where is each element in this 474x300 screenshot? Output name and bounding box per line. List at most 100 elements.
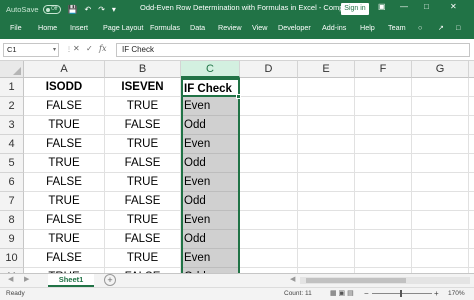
chevron-down-icon[interactable]: ▾ (53, 44, 56, 56)
table-cell[interactable]: Odd (181, 116, 240, 135)
table-cell[interactable] (240, 211, 298, 230)
table-cell[interactable] (412, 173, 469, 192)
table-cell[interactable]: Odd (181, 230, 240, 249)
table-cell[interactable]: FALSE (105, 116, 181, 135)
table-cell[interactable]: FALSE (24, 249, 105, 268)
column-header-c[interactable]: C (181, 61, 240, 78)
comments-icon[interactable]: □ (456, 23, 460, 32)
tab-page-layout[interactable]: Page Layout (103, 23, 143, 32)
lightbulb-icon[interactable]: ○ (418, 23, 422, 32)
table-cell[interactable]: TRUE (24, 154, 105, 173)
table-cell[interactable] (469, 116, 474, 135)
table-cell[interactable] (298, 135, 355, 154)
table-cell[interactable] (412, 97, 469, 116)
scroll-left-icon[interactable]: ◀ (290, 275, 295, 283)
row-header[interactable]: 7 (0, 192, 24, 211)
table-cell[interactable] (355, 78, 412, 97)
zoom-out-icon[interactable]: − (364, 289, 369, 298)
sign-in-button[interactable]: Sign in (341, 3, 369, 15)
column-header-f[interactable]: F (355, 61, 412, 78)
column-header-b[interactable]: B (105, 61, 181, 78)
table-cell[interactable]: Odd (181, 192, 240, 211)
ribbon-display-icon[interactable]: ▣ (378, 2, 386, 11)
share-icon[interactable]: ↗ (438, 23, 444, 32)
table-cell[interactable] (469, 230, 474, 249)
table-cell[interactable] (355, 211, 412, 230)
table-cell[interactable]: FALSE (24, 135, 105, 154)
table-cell[interactable] (412, 78, 469, 97)
table-cell[interactable]: TRUE (24, 192, 105, 211)
table-cell[interactable]: FALSE (24, 211, 105, 230)
table-cell[interactable] (469, 192, 474, 211)
customize-toolbar-icon[interactable]: ▾ (112, 5, 116, 14)
table-cell[interactable] (469, 78, 474, 97)
tab-add-ins[interactable]: Add-ins (322, 23, 346, 32)
table-cell[interactable] (412, 211, 469, 230)
sheet-tab-sheet1[interactable]: Sheet1 (48, 274, 94, 287)
table-cell[interactable]: ISEVEN (105, 78, 181, 97)
table-cell[interactable]: TRUE (105, 249, 181, 268)
table-cell[interactable] (355, 154, 412, 173)
row-header[interactable]: 8 (0, 211, 24, 230)
tab-review[interactable]: Review (218, 23, 242, 32)
table-cell[interactable] (469, 154, 474, 173)
table-cell[interactable]: TRUE (24, 230, 105, 249)
table-cell[interactable] (412, 116, 469, 135)
tab-view[interactable]: View (252, 23, 267, 32)
table-cell[interactable] (298, 116, 355, 135)
select-all-button[interactable] (0, 61, 24, 78)
row-header[interactable]: 5 (0, 154, 24, 173)
table-cell[interactable] (355, 135, 412, 154)
table-cell[interactable] (469, 173, 474, 192)
table-cell[interactable]: TRUE (24, 116, 105, 135)
column-header-d[interactable]: D (240, 61, 298, 78)
zoom-level[interactable]: 170% (448, 290, 465, 297)
worksheet-grid[interactable]: A B C D E F G H 1ISODDISEVENIF Check2FAL… (0, 61, 474, 273)
autosave-toggle[interactable]: Off (42, 4, 61, 14)
table-cell[interactable]: IF Check (181, 78, 240, 97)
enter-icon[interactable]: ✓ (86, 44, 93, 53)
tab-file[interactable]: File (10, 23, 22, 32)
column-header-e[interactable]: E (298, 61, 355, 78)
table-cell[interactable]: TRUE (105, 135, 181, 154)
table-cell[interactable] (412, 135, 469, 154)
save-icon[interactable]: 💾 (68, 5, 78, 14)
table-cell[interactable] (240, 249, 298, 268)
formula-input[interactable]: IF Check (116, 43, 470, 57)
cancel-icon[interactable]: ✕ (73, 44, 80, 53)
table-cell[interactable]: TRUE (105, 211, 181, 230)
table-cell[interactable] (469, 135, 474, 154)
tab-formulas[interactable]: Formulas (150, 23, 180, 32)
table-cell[interactable] (240, 230, 298, 249)
table-cell[interactable] (412, 192, 469, 211)
table-cell[interactable] (469, 97, 474, 116)
add-sheet-icon[interactable]: + (104, 274, 116, 286)
tab-developer[interactable]: Developer (278, 23, 311, 32)
table-cell[interactable]: Odd (181, 154, 240, 173)
table-cell[interactable]: TRUE (105, 97, 181, 116)
table-cell[interactable] (240, 116, 298, 135)
table-cell[interactable] (240, 97, 298, 116)
column-header-h[interactable]: H (469, 61, 474, 78)
scrollbar-thumb[interactable] (306, 278, 406, 283)
table-cell[interactable] (298, 78, 355, 97)
table-cell[interactable] (412, 230, 469, 249)
row-header[interactable]: 6 (0, 173, 24, 192)
table-cell[interactable] (298, 230, 355, 249)
maximize-icon[interactable]: □ (424, 2, 429, 11)
table-cell[interactable] (240, 78, 298, 97)
view-buttons[interactable]: ▦ ▣ ▤ (330, 289, 354, 297)
table-cell[interactable] (355, 249, 412, 268)
table-cell[interactable] (298, 173, 355, 192)
undo-icon[interactable]: ↶ (85, 5, 92, 14)
tab-data[interactable]: Data (190, 23, 205, 32)
table-cell[interactable] (355, 173, 412, 192)
table-cell[interactable] (469, 211, 474, 230)
table-cell[interactable] (355, 97, 412, 116)
table-cell[interactable] (355, 116, 412, 135)
table-cell[interactable] (355, 230, 412, 249)
row-header[interactable]: 9 (0, 230, 24, 249)
table-cell[interactable]: FALSE (105, 154, 181, 173)
zoom-in-icon[interactable]: + (434, 289, 439, 298)
row-header[interactable]: 2 (0, 97, 24, 116)
